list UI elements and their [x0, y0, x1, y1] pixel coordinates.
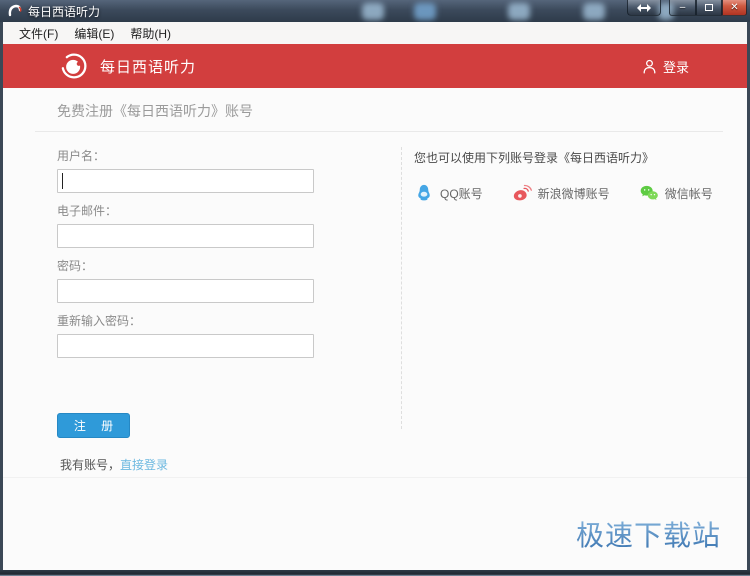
titlebar: 每日西语听力 – ✕ [0, 0, 750, 22]
divider [3, 477, 747, 478]
text-caret [62, 173, 63, 189]
watermark-text: 极速下载站 [576, 514, 721, 554]
confirm-password-input[interactable] [57, 334, 314, 358]
password-input[interactable] [57, 279, 314, 303]
wechat-login-label: 微信帐号 [664, 186, 713, 201]
direct-login-link[interactable]: 直接登录 [120, 458, 168, 472]
email-label: 电子邮件： [57, 204, 118, 218]
user-icon [643, 59, 656, 74]
skin-toggle-button[interactable] [627, 0, 661, 16]
menu-bar: 文件(F) 编辑(E) 帮助(H) [3, 22, 747, 44]
app-brand-title: 每日西语听力 [100, 58, 197, 76]
menu-edit[interactable]: 编辑(E) [66, 23, 122, 44]
weibo-login-label: 新浪微博账号 [537, 186, 610, 201]
register-button[interactable]: 注 册 [57, 413, 130, 438]
glass-reflection [414, 3, 436, 20]
header-login-button[interactable]: 登录 [641, 44, 689, 88]
glass-reflection [583, 3, 605, 20]
window-title: 每日西语听力 [28, 5, 101, 19]
qq-icon [418, 184, 430, 201]
username-label: 用户名： [57, 149, 106, 163]
app-header: 每日西语听力 登录 [3, 44, 747, 88]
maximize-icon [705, 4, 713, 11]
wechat-login-option[interactable]: 微信帐号 [639, 183, 713, 203]
registration-form: 用户名： 电子邮件： 密码： 重新输入密码： 注 册 [57, 147, 357, 438]
minimize-button[interactable]: – [669, 0, 696, 16]
logo-icon [61, 53, 87, 79]
social-login-title: 您也可以使用下列账号登录《每日西语听力》 [414, 151, 655, 165]
maximize-button[interactable] [696, 0, 722, 16]
confirm-password-label: 重新输入密码： [57, 314, 142, 328]
weibo-login-option[interactable]: 新浪微博账号 [512, 183, 610, 203]
page-title: 免费注册《每日西语听力》账号 [57, 103, 253, 119]
header-login-label: 登录 [662, 59, 689, 75]
swap-arrows-icon [637, 3, 651, 12]
qq-login-label: QQ账号 [440, 186, 483, 201]
glass-reflection [362, 3, 384, 20]
close-button[interactable]: ✕ [722, 0, 747, 16]
close-icon: ✕ [730, 2, 739, 13]
social-login-panel: 您也可以使用下列账号登录《每日西语听力》 QQ账号 新浪微博账号 微信帐号 [402, 147, 713, 438]
menu-help[interactable]: 帮助(H) [122, 23, 179, 44]
main-content: 免费注册《每日西语听力》账号 用户名： 电子邮件： 密码： 重新输入密码： 注 … [3, 88, 747, 570]
email-input[interactable] [57, 224, 314, 248]
minimize-icon: – [679, 2, 686, 13]
username-input[interactable] [57, 169, 314, 193]
password-label: 密码： [57, 259, 94, 273]
weibo-icon [513, 184, 532, 201]
glass-reflection [508, 3, 530, 20]
app-icon [8, 4, 22, 17]
wechat-icon [640, 185, 658, 200]
qq-login-option[interactable]: QQ账号 [414, 183, 483, 203]
window-frame-bottom [0, 570, 750, 576]
have-account-row: 我有账号，直接登录 [60, 456, 168, 473]
app-window: 每日西语听力 – ✕ 文件(F) 编辑(E) 帮助(H) 每日西语听力 登录 免… [0, 0, 750, 576]
menu-file[interactable]: 文件(F) [11, 23, 66, 44]
have-account-text: 我有账号， [60, 458, 121, 472]
